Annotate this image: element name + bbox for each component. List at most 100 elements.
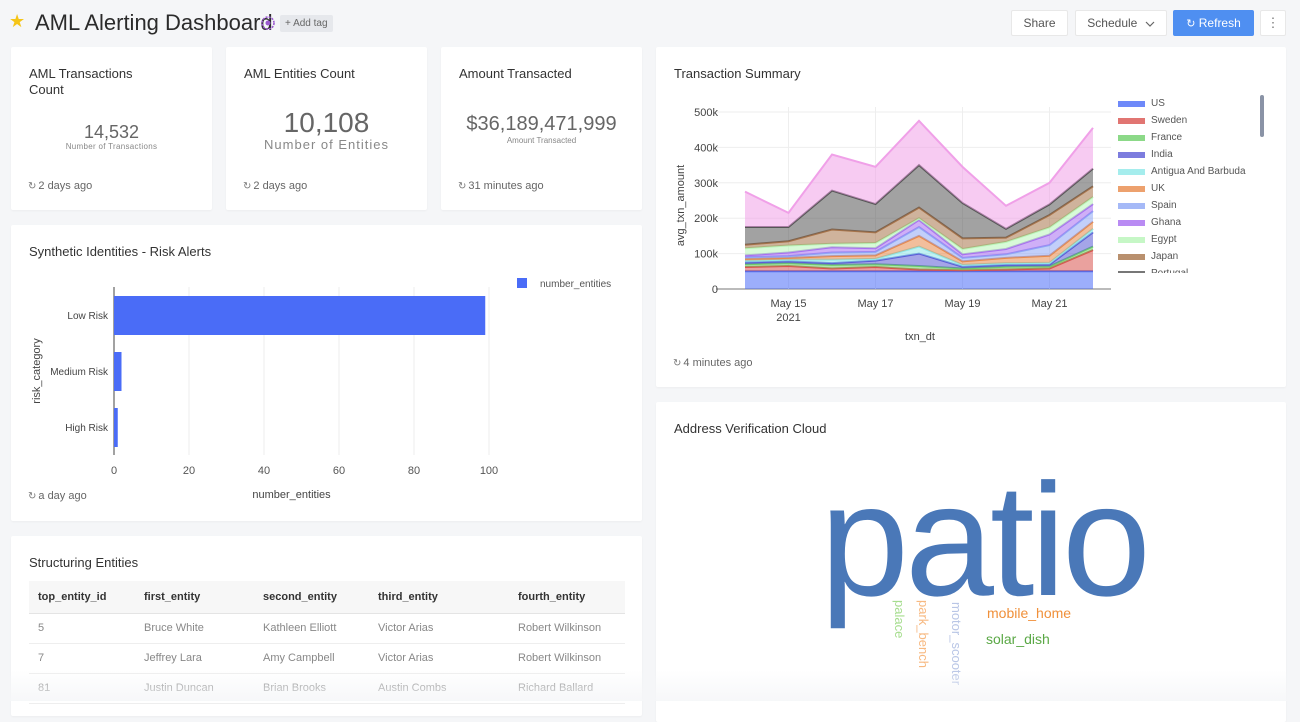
refresh-icon: ↻ xyxy=(673,358,682,369)
legend-label: number_entities xyxy=(540,279,611,290)
legend-swatch xyxy=(1118,203,1145,209)
refresh-icon: ↻ xyxy=(28,491,37,502)
legend-label: France xyxy=(1151,132,1183,143)
legend-label: UK xyxy=(1151,183,1165,194)
structuring-entities-card: Structuring Entities top_entity_id first… xyxy=(11,536,642,716)
legend-scrollbar[interactable] xyxy=(1260,95,1264,137)
table-cell: Robert Wilkinson xyxy=(509,643,625,674)
x-tick-label: May 17 xyxy=(857,298,893,310)
legend-swatch xyxy=(1118,186,1145,192)
last-updated: ↻ 31 minutes ago xyxy=(458,180,544,192)
legend-swatch xyxy=(1118,237,1145,243)
legend-label: India xyxy=(1151,149,1173,160)
card-title: Transaction Summary xyxy=(674,66,801,81)
page-title: AML Alerting Dashboard xyxy=(35,10,273,35)
x-tick-label: 0 xyxy=(111,465,117,477)
table-cell: Robert Wilkinson xyxy=(509,613,625,644)
kpi-card-transactions: AML Transactions Count 14,532 Number of … xyxy=(11,47,212,210)
y-tick-label: 200k xyxy=(694,213,718,225)
y-axis-label: risk_category xyxy=(31,338,43,404)
kpi-value: 14,532 xyxy=(83,122,140,142)
bar xyxy=(114,352,122,391)
table-row: 7 Jeffrey Lara Amy Campbell Victor Arias… xyxy=(29,643,625,674)
area-us xyxy=(745,271,1093,289)
bar xyxy=(114,408,118,447)
transaction-summary-card: Transaction Summary 0 100k 200k 300k 400k 500… xyxy=(656,47,1286,387)
table-cell: Jeffrey Lara xyxy=(135,643,254,674)
x-tick-label: May 21 xyxy=(1031,298,1067,310)
y-axis-label: avg_txn_amount xyxy=(675,165,687,246)
x-tick-label: May 19 xyxy=(944,298,980,310)
column-header[interactable]: first_entity xyxy=(135,581,254,614)
updated-text: 2 days ago xyxy=(38,180,93,192)
kpi-subtitle: Number of Transactions xyxy=(65,142,158,151)
bar xyxy=(114,296,486,335)
legend-swatch xyxy=(1118,254,1145,260)
kpi-card-amount: Amount Transacted $36,189,471,999 Amount… xyxy=(441,47,642,210)
table-cell: 7 xyxy=(29,643,135,674)
legend-label: Japan xyxy=(1151,251,1179,262)
schedule-button[interactable]: Schedule xyxy=(1075,10,1167,36)
column-header[interactable]: second_entity xyxy=(254,581,369,614)
favorite-star-icon[interactable]: ★ xyxy=(9,12,27,30)
y-tick-label: 0 xyxy=(712,284,718,296)
y-tick-label: 300k xyxy=(694,178,718,190)
refresh-icon: ↻ xyxy=(28,181,37,192)
refresh-button[interactable]: ↻ Refresh xyxy=(1173,10,1254,36)
more-vertical-icon: ⋮ xyxy=(1266,15,1280,30)
y-tick-label: 100k xyxy=(694,249,718,261)
legend-label: Portugal xyxy=(1151,267,1188,273)
legend-swatch xyxy=(1118,271,1145,273)
cloud-word-patio: patio xyxy=(820,450,1151,629)
x-tick-label: 20 xyxy=(183,465,195,477)
refresh-icon: ↻ xyxy=(243,181,252,192)
updated-text: a day ago xyxy=(38,490,87,502)
legend-label: Antigua And Barbuda xyxy=(1151,166,1246,177)
legend-swatch xyxy=(1118,118,1145,124)
x-tick-label: 80 xyxy=(408,465,420,477)
cloud-word-park-bench: park_bench xyxy=(916,600,931,668)
card-title: Amount Transacted xyxy=(459,66,572,81)
last-updated: ↻ 2 days ago xyxy=(243,180,307,192)
table-cell: Victor Arias xyxy=(369,613,509,644)
add-tag-button[interactable]: + Add tag xyxy=(280,15,333,32)
updated-text: 4 minutes ago xyxy=(683,357,753,369)
last-updated: ↻ 4 minutes ago xyxy=(673,357,753,369)
kpi-value: 10,108 xyxy=(283,107,370,138)
legend-swatch xyxy=(1118,220,1145,226)
refresh-label: Refresh xyxy=(1198,16,1241,30)
table-cell: Richard Ballard xyxy=(509,673,625,704)
legend-swatch xyxy=(1118,169,1145,175)
chart-legend: US Sweden France India Antigua And Barbuda UK… xyxy=(1118,97,1258,273)
last-updated: ↻ a day ago xyxy=(28,490,87,502)
updated-text: 31 minutes ago xyxy=(468,180,544,192)
share-label: Share xyxy=(1023,16,1056,30)
share-button[interactable]: Share xyxy=(1011,10,1068,36)
legend-label: Egypt xyxy=(1151,234,1177,245)
card-title: AML Entities Count xyxy=(244,66,355,81)
address-verification-cloud-card: Address Verification Cloud patio mobile_… xyxy=(656,402,1286,722)
x-tick-label: 60 xyxy=(333,465,345,477)
y-tick-label: Medium Risk xyxy=(50,367,109,378)
chevron-down-icon xyxy=(1145,21,1155,27)
legend-swatch xyxy=(1118,152,1145,158)
column-header[interactable]: top_entity_id xyxy=(29,581,135,614)
risk-alerts-card: Synthetic Identities - Risk Alerts 0 20 40… xyxy=(11,225,642,521)
table-cell: 5 xyxy=(29,613,135,644)
structuring-entities-table: top_entity_id first_entity second_entity… xyxy=(29,581,625,704)
more-options-button[interactable]: ⋮ xyxy=(1260,10,1286,36)
column-header[interactable]: third_entity xyxy=(369,581,509,614)
risk-alerts-bar-chart: 0 20 40 60 80 100 Low Risk Medium Risk High Risk… xyxy=(31,278,611,501)
last-updated: ↻ 2 days ago xyxy=(28,180,92,192)
refresh-icon: ↻ xyxy=(458,181,467,192)
table-cell: Bruce White xyxy=(135,613,254,644)
x-tick-label: 40 xyxy=(258,465,270,477)
kpi-subtitle: Number of Entities xyxy=(264,137,389,152)
refresh-icon: ↻ xyxy=(1186,18,1196,30)
legend-label: US xyxy=(1151,98,1165,109)
legend-swatch xyxy=(517,278,527,288)
legend-swatch xyxy=(1118,101,1145,107)
updated-text: 2 days ago xyxy=(253,180,308,192)
table-cell: Brian Brooks xyxy=(254,673,369,704)
column-header[interactable]: fourth_entity xyxy=(509,581,625,614)
